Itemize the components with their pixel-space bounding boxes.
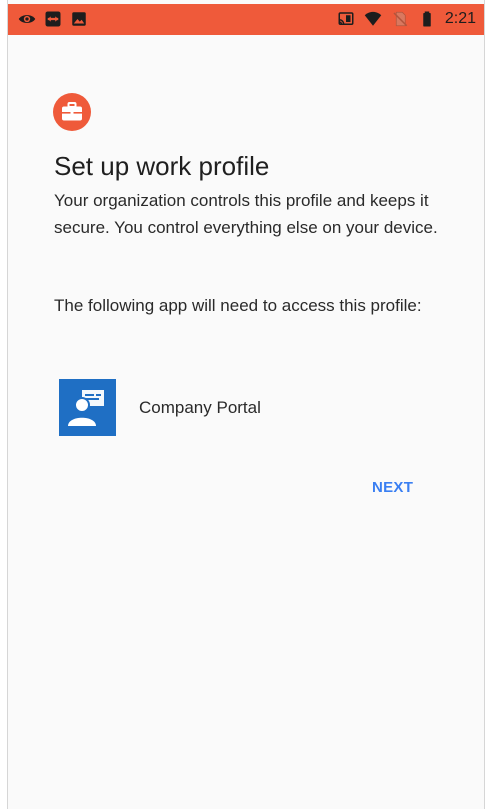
no-sim-icon: [393, 11, 408, 27]
clock: 2:21: [444, 10, 476, 27]
screen: 2:21 Set up work profile Your organizati…: [7, 0, 485, 809]
status-bar: 2:21: [8, 4, 484, 35]
next-button[interactable]: NEXT: [364, 475, 421, 500]
wifi-icon: [364, 11, 382, 26]
briefcase-icon: [53, 93, 91, 131]
status-left-icons: [18, 10, 88, 28]
eye-icon: [18, 15, 36, 23]
teamviewer-icon: [45, 11, 61, 27]
image-icon: [72, 12, 86, 26]
cast-icon: [338, 12, 354, 25]
status-right-icons: 2:21: [337, 10, 476, 28]
profile-description: Your organization controls this profile …: [54, 191, 438, 237]
access-notice: The following app will need to access th…: [54, 296, 422, 315]
company-portal-icon: [59, 379, 116, 436]
page-title: Set up work profile: [54, 151, 270, 181]
app-list-item: Company Portal: [59, 379, 261, 436]
app-name: Company Portal: [139, 397, 261, 417]
battery-icon: [423, 11, 431, 27]
